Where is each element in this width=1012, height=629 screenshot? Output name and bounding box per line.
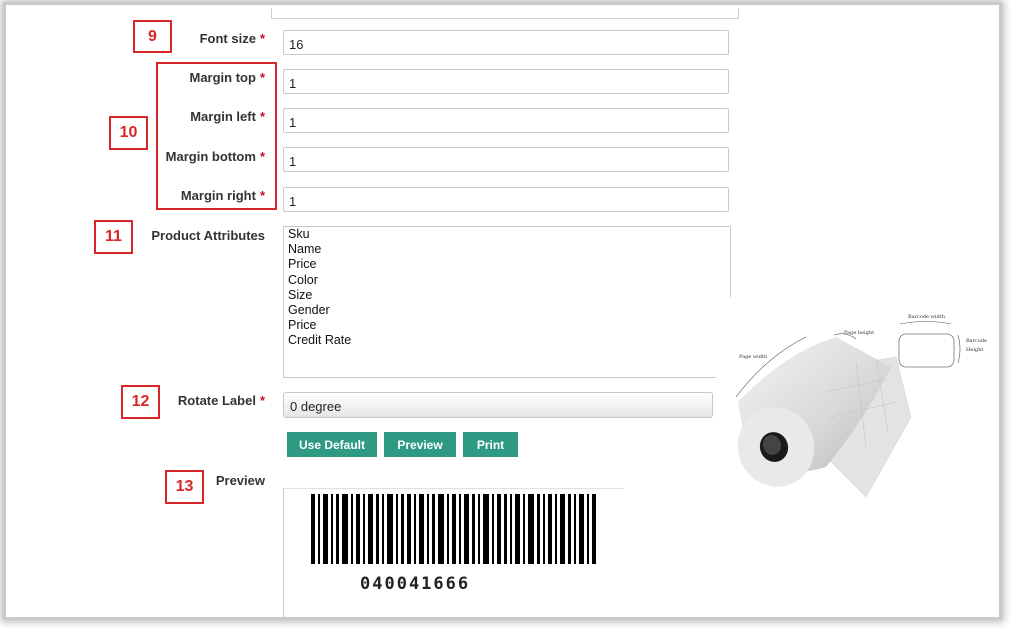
preview-button[interactable]: Preview [384, 432, 456, 457]
label-roll-icon [735, 321, 961, 498]
label-roll-diagram: Page height Page width Barcode width Bar… [716, 297, 999, 507]
margin-left-input[interactable]: 1 [283, 108, 729, 133]
barcode-label-shape [898, 333, 955, 368]
required-star: * [259, 70, 265, 85]
product-attributes-label: Product Attributes [151, 228, 265, 243]
margin-left-label: Margin left * [190, 109, 265, 124]
callout-9: 9 [133, 20, 172, 53]
margin-bottom-label: Margin bottom * [166, 149, 265, 164]
page-height-text: Page height [844, 330, 875, 336]
margin-top-input[interactable]: 1 [283, 69, 729, 94]
previous-field-edge [271, 8, 739, 19]
callout-11: 11 [94, 220, 133, 254]
margin-top-label: Margin top * [190, 70, 266, 85]
margin-top-label-text: Margin top [189, 70, 256, 85]
attribute-option[interactable]: Credit Rate [284, 333, 730, 348]
rotate-label-label-text: Rotate Label [177, 393, 256, 408]
barcode-preview-area: 040041666 [283, 488, 624, 617]
required-star: * [259, 149, 265, 164]
required-star: * [259, 109, 265, 124]
print-button[interactable]: Print [463, 432, 518, 457]
callout-13: 13 [165, 470, 204, 504]
required-star: * [259, 31, 265, 46]
margin-right-label-text: Margin right [180, 188, 256, 203]
page-width-text: Page width [739, 354, 768, 360]
margin-right-label: Margin right * [181, 188, 265, 203]
margin-right-input[interactable]: 1 [283, 187, 729, 212]
attribute-option[interactable]: Sku [284, 227, 730, 242]
rotate-label-select[interactable]: 0 degree [283, 392, 713, 418]
screenshot-frame: 9 Font size * 16 10 Margin top * 1 Margin … [6, 5, 999, 617]
callout-12: 12 [121, 385, 160, 419]
barcode-width-text: Barcode width [908, 314, 945, 320]
barcode-height-text-2: Height [966, 347, 984, 353]
rotate-label-label: Rotate Label * [178, 393, 265, 408]
callout-10: 10 [109, 116, 148, 150]
attribute-option[interactable]: Name [284, 242, 730, 257]
use-default-button[interactable]: Use Default [287, 432, 377, 457]
required-star: * [259, 393, 265, 408]
margin-bottom-label-text: Margin bottom [165, 149, 256, 164]
barcode-number: 040041666 [360, 574, 471, 594]
barcode-height-text-1: Barcode [966, 338, 988, 344]
font-size-input[interactable]: 16 [283, 30, 729, 55]
attribute-option[interactable]: Price [284, 318, 730, 333]
margin-left-label-text: Margin left [190, 109, 256, 124]
attribute-option[interactable]: Color [284, 273, 730, 288]
margin-bottom-input[interactable]: 1 [283, 147, 729, 172]
attribute-option[interactable]: Price [284, 257, 730, 272]
attribute-option[interactable]: Size [284, 288, 730, 303]
required-star: * [259, 188, 265, 203]
font-size-label-text: Font size [199, 31, 256, 46]
product-attributes-list[interactable]: Sku Name Price Color Size Gender Price C… [283, 226, 731, 378]
attribute-option[interactable]: Gender [284, 303, 730, 318]
preview-label: Preview [215, 473, 265, 488]
barcode-image [311, 494, 596, 564]
font-size-label: Font size * [200, 31, 265, 46]
